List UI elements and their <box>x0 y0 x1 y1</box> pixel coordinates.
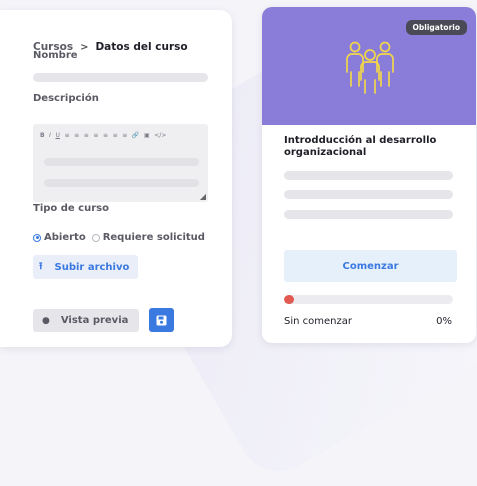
name-label: Nombre <box>33 50 78 61</box>
course-type-radio-group: Abierto Requiere solicitud <box>33 232 205 243</box>
mandatory-badge: Obligatorio <box>405 20 467 35</box>
course-status: Sin comenzar <box>284 316 352 327</box>
save-button[interactable] <box>149 308 174 332</box>
course-header: Obligatorio <box>262 7 476 125</box>
course-text-line <box>284 190 453 199</box>
numbered-list-icon[interactable]: ≡ <box>74 132 79 139</box>
indent-icon[interactable]: ≡ <box>84 132 89 139</box>
description-line <box>44 158 199 166</box>
course-preview-card: Obligatorio Introdducción al desarrollo … <box>262 7 476 343</box>
editor-toolbar: B I U ≡ ≡ ≡ ≡ ≡ ≡ ≡ 🔗 ▣ </> <box>40 132 166 139</box>
floppy-disk-icon <box>156 315 167 325</box>
bullet-list-icon[interactable]: ≡ <box>65 132 70 139</box>
course-type-label: Tipo de curso <box>33 203 109 214</box>
upload-icon: ⭱ <box>39 260 43 272</box>
radio-open[interactable] <box>33 233 41 242</box>
course-progress-fill <box>284 295 295 304</box>
course-title: Introdducción al desarrollo organizacion… <box>284 135 437 158</box>
group-people-icon <box>346 41 394 94</box>
start-course-button[interactable]: Comenzar <box>284 250 457 282</box>
breadcrumb-current: Datos del curso <box>95 41 188 53</box>
breadcrumb-separator: > <box>80 41 89 53</box>
description-label: Descripción <box>33 93 99 104</box>
description-editor[interactable]: B I U ≡ ≡ ≡ ≡ ≡ ≡ ≡ 🔗 ▣ </> ◢ <box>33 124 208 202</box>
code-icon[interactable]: </> <box>154 132 166 139</box>
course-form-panel: Cursos > Datos del curso Nombre Descripc… <box>0 10 232 347</box>
preview-label: Vista previa <box>60 315 129 326</box>
course-text-line <box>284 210 453 219</box>
course-progress-bar <box>284 295 453 304</box>
upload-file-button[interactable]: ⭱ Subir archivo <box>33 255 138 279</box>
bold-icon[interactable]: B <box>40 132 45 139</box>
radio-requires-request[interactable] <box>91 233 100 242</box>
italic-icon[interactable]: I <box>49 132 51 139</box>
resize-handle-icon[interactable]: ◢ <box>200 192 206 201</box>
description-line <box>44 179 199 187</box>
name-input[interactable] <box>33 73 208 82</box>
image-icon[interactable]: ▣ <box>144 132 150 139</box>
radio-requires-request-label[interactable]: Requiere solicitud <box>103 232 205 243</box>
outdent-icon[interactable]: ≡ <box>93 132 98 139</box>
course-progress-percent: 0% <box>436 316 452 327</box>
align-center-icon[interactable]: ≡ <box>113 132 118 139</box>
underline-icon[interactable]: U <box>56 132 60 139</box>
align-right-icon[interactable]: ≡ <box>122 132 127 139</box>
align-left-icon[interactable]: ≡ <box>103 132 108 139</box>
eye-icon: ● <box>42 315 50 326</box>
link-icon[interactable]: 🔗 <box>132 132 139 139</box>
upload-file-label: Subir archivo <box>54 261 130 273</box>
course-text-line <box>284 171 453 180</box>
radio-open-label[interactable]: Abierto <box>44 232 86 243</box>
preview-button[interactable]: ● Vista previa <box>33 309 139 332</box>
